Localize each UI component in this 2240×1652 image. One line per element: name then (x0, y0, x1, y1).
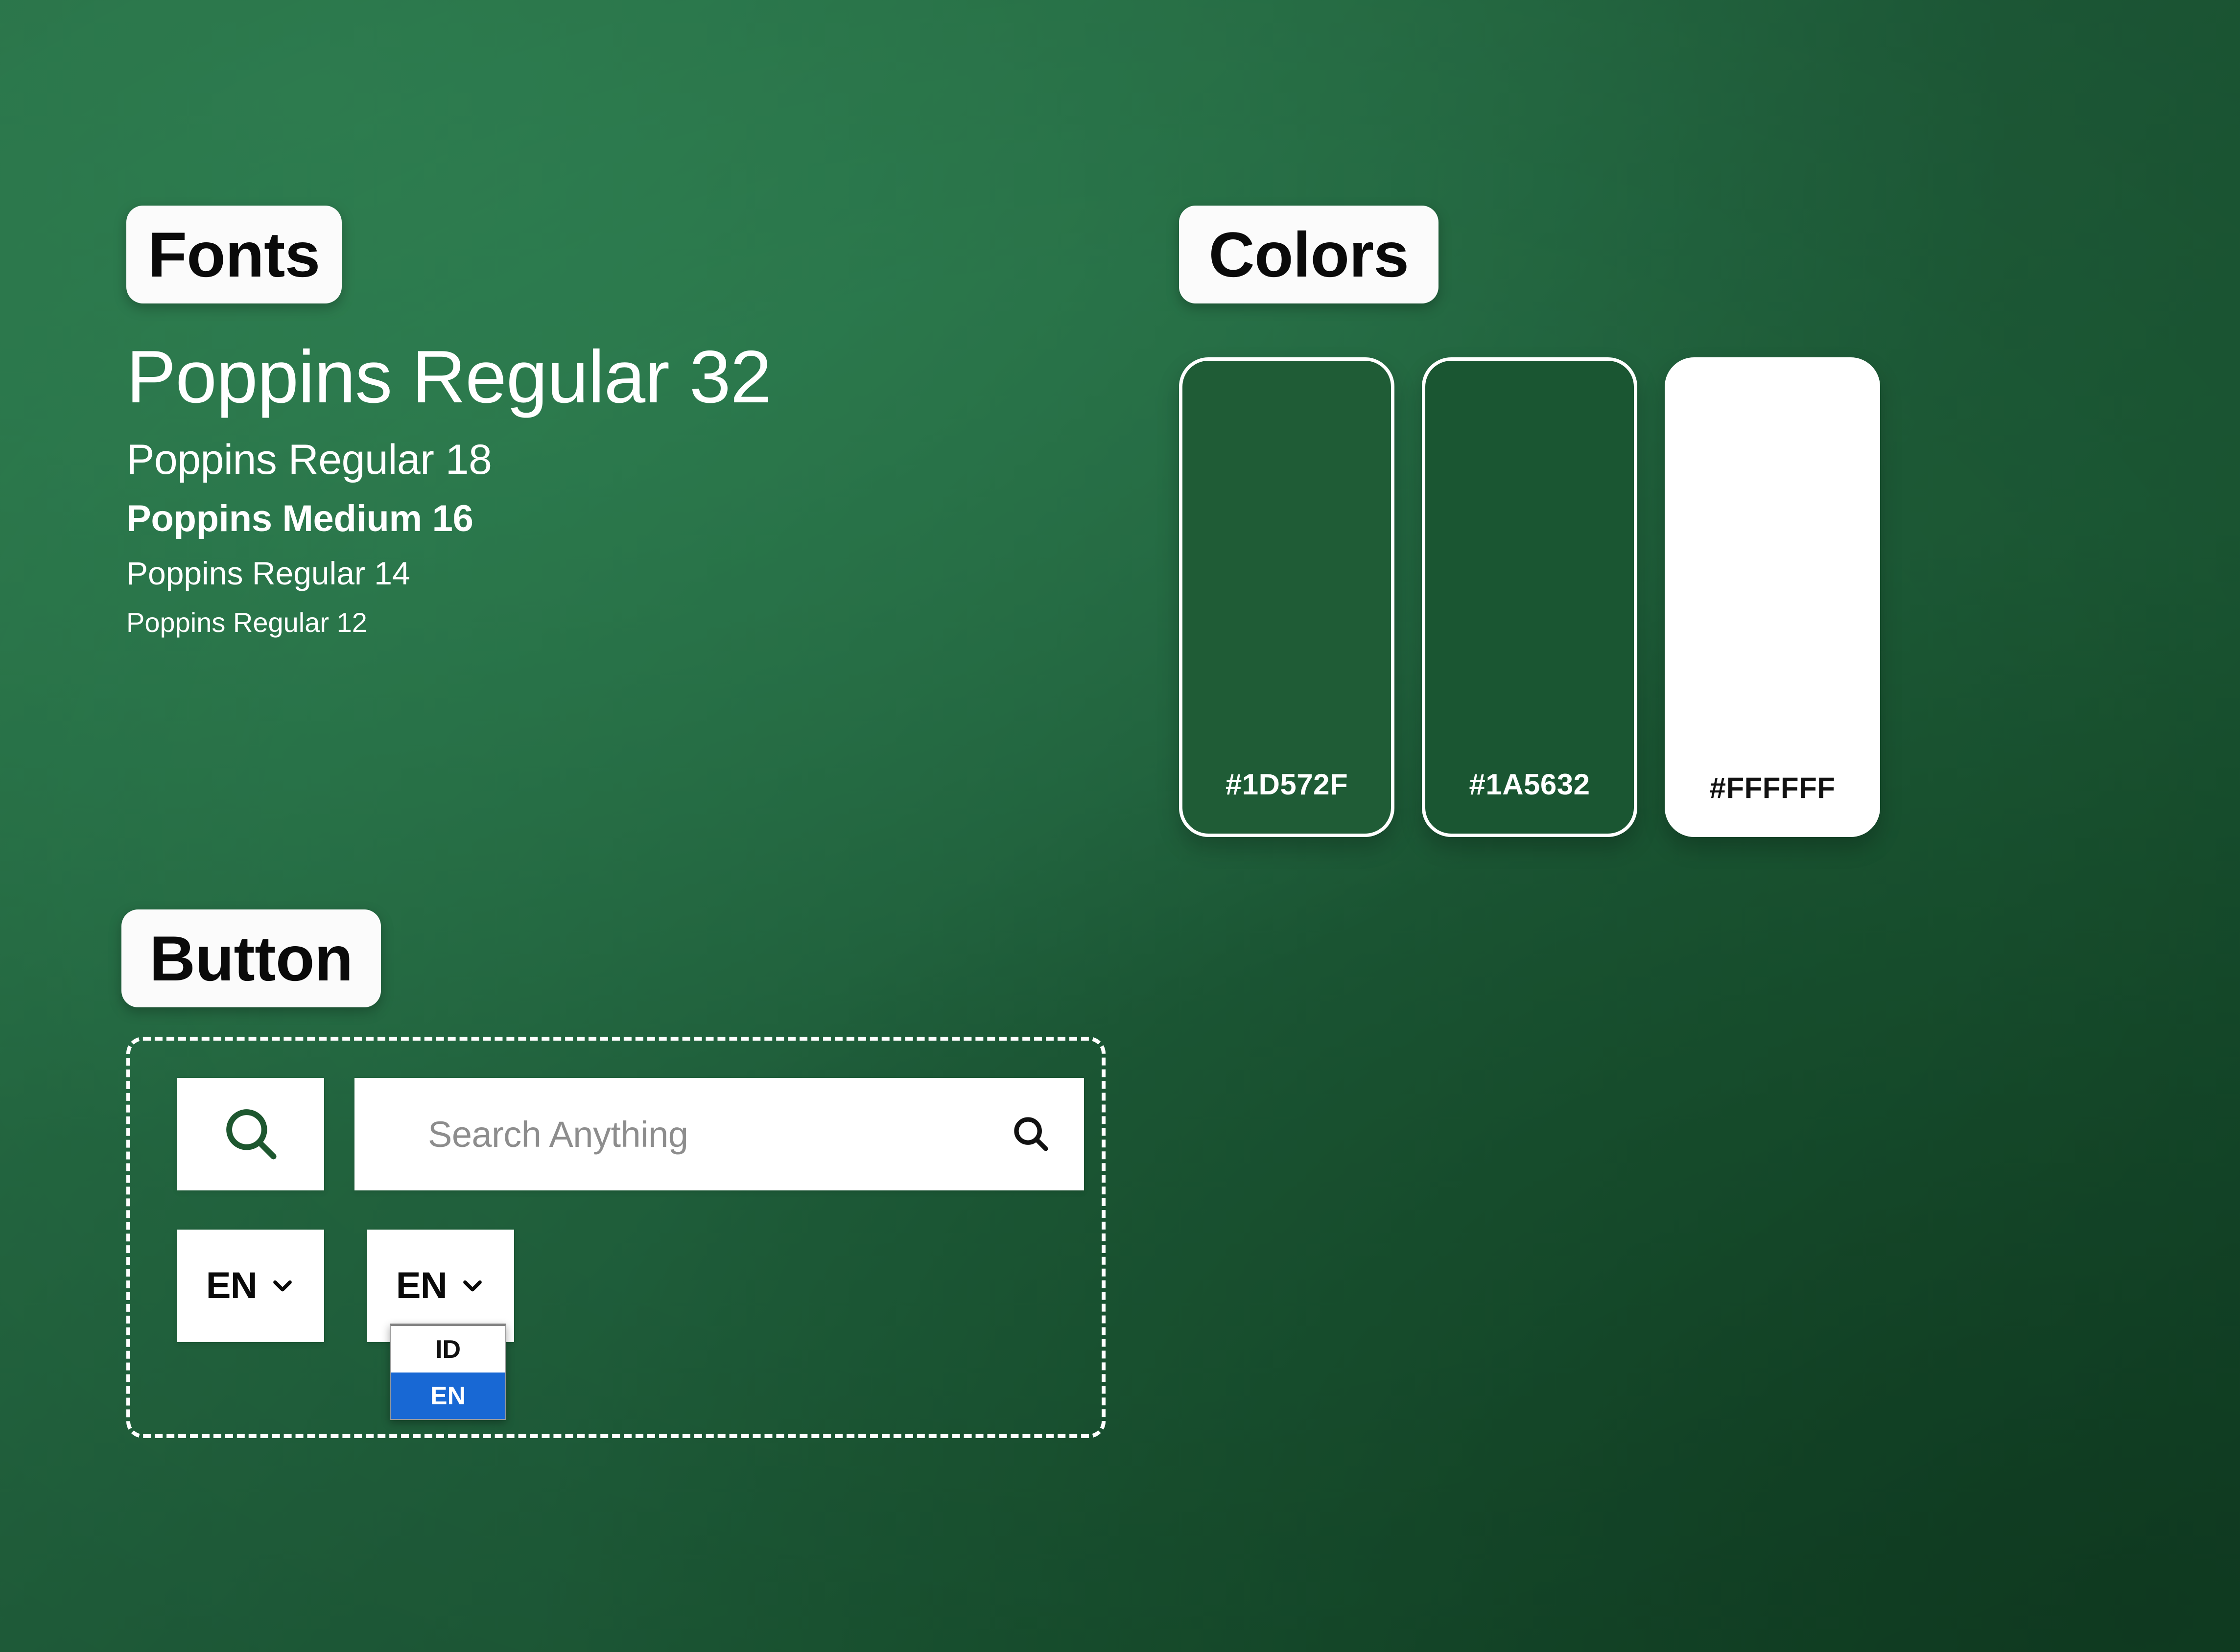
language-select-value: EN (206, 1265, 258, 1306)
color-swatch-label: #FFFFFF (1709, 771, 1836, 804)
font-specimen-32: Poppins Regular 32 (126, 335, 772, 419)
search-field-container (354, 1078, 1084, 1190)
chevron-down-icon (460, 1273, 485, 1300)
button-section-label-text: Button (149, 923, 353, 994)
language-dropdown-list: ID EN (390, 1324, 506, 1420)
color-swatch-label: #1D572F (1225, 768, 1348, 801)
language-option-en[interactable]: EN (391, 1373, 505, 1419)
font-specimen-14: Poppins Regular 14 (126, 555, 410, 592)
color-swatch-group: #1D572F #1A5632 #FFFFFF (1179, 357, 1880, 837)
search-input[interactable] (428, 1113, 1010, 1155)
search-icon (219, 1102, 283, 1167)
font-specimen-16: Poppins Medium 16 (126, 498, 473, 540)
language-select-open-wrapper: EN ID EN (367, 1230, 514, 1420)
color-swatch-white: #FFFFFF (1665, 357, 1880, 837)
colors-section-label-text: Colors (1208, 219, 1409, 290)
fonts-section-label: Fonts (126, 206, 342, 303)
button-section-label: Button (121, 909, 381, 1007)
language-option-id[interactable]: ID (391, 1326, 505, 1373)
search-row (177, 1078, 1084, 1190)
font-specimen-list: Poppins Regular 32 Poppins Regular 18 Po… (126, 332, 1106, 639)
search-submit-button[interactable] (1010, 1113, 1052, 1156)
language-select-value: EN (396, 1265, 448, 1306)
color-swatch-primary: #1D572F (1179, 357, 1394, 837)
language-select-closed[interactable]: EN (177, 1230, 324, 1342)
button-component-frame: EN EN ID EN (126, 1037, 1106, 1438)
color-swatch-secondary: #1A5632 (1422, 357, 1637, 837)
chevron-down-icon (270, 1273, 295, 1300)
color-swatch-label: #1A5632 (1469, 768, 1590, 801)
colors-section-label: Colors (1179, 206, 1438, 303)
fonts-section-label-text: Fonts (148, 219, 320, 290)
language-selector-row: EN EN ID EN (177, 1230, 514, 1420)
font-specimen-18: Poppins Regular 18 (126, 436, 492, 484)
search-icon (1010, 1113, 1052, 1156)
search-icon-button[interactable] (177, 1078, 324, 1190)
font-specimen-12: Poppins Regular 12 (126, 606, 367, 638)
